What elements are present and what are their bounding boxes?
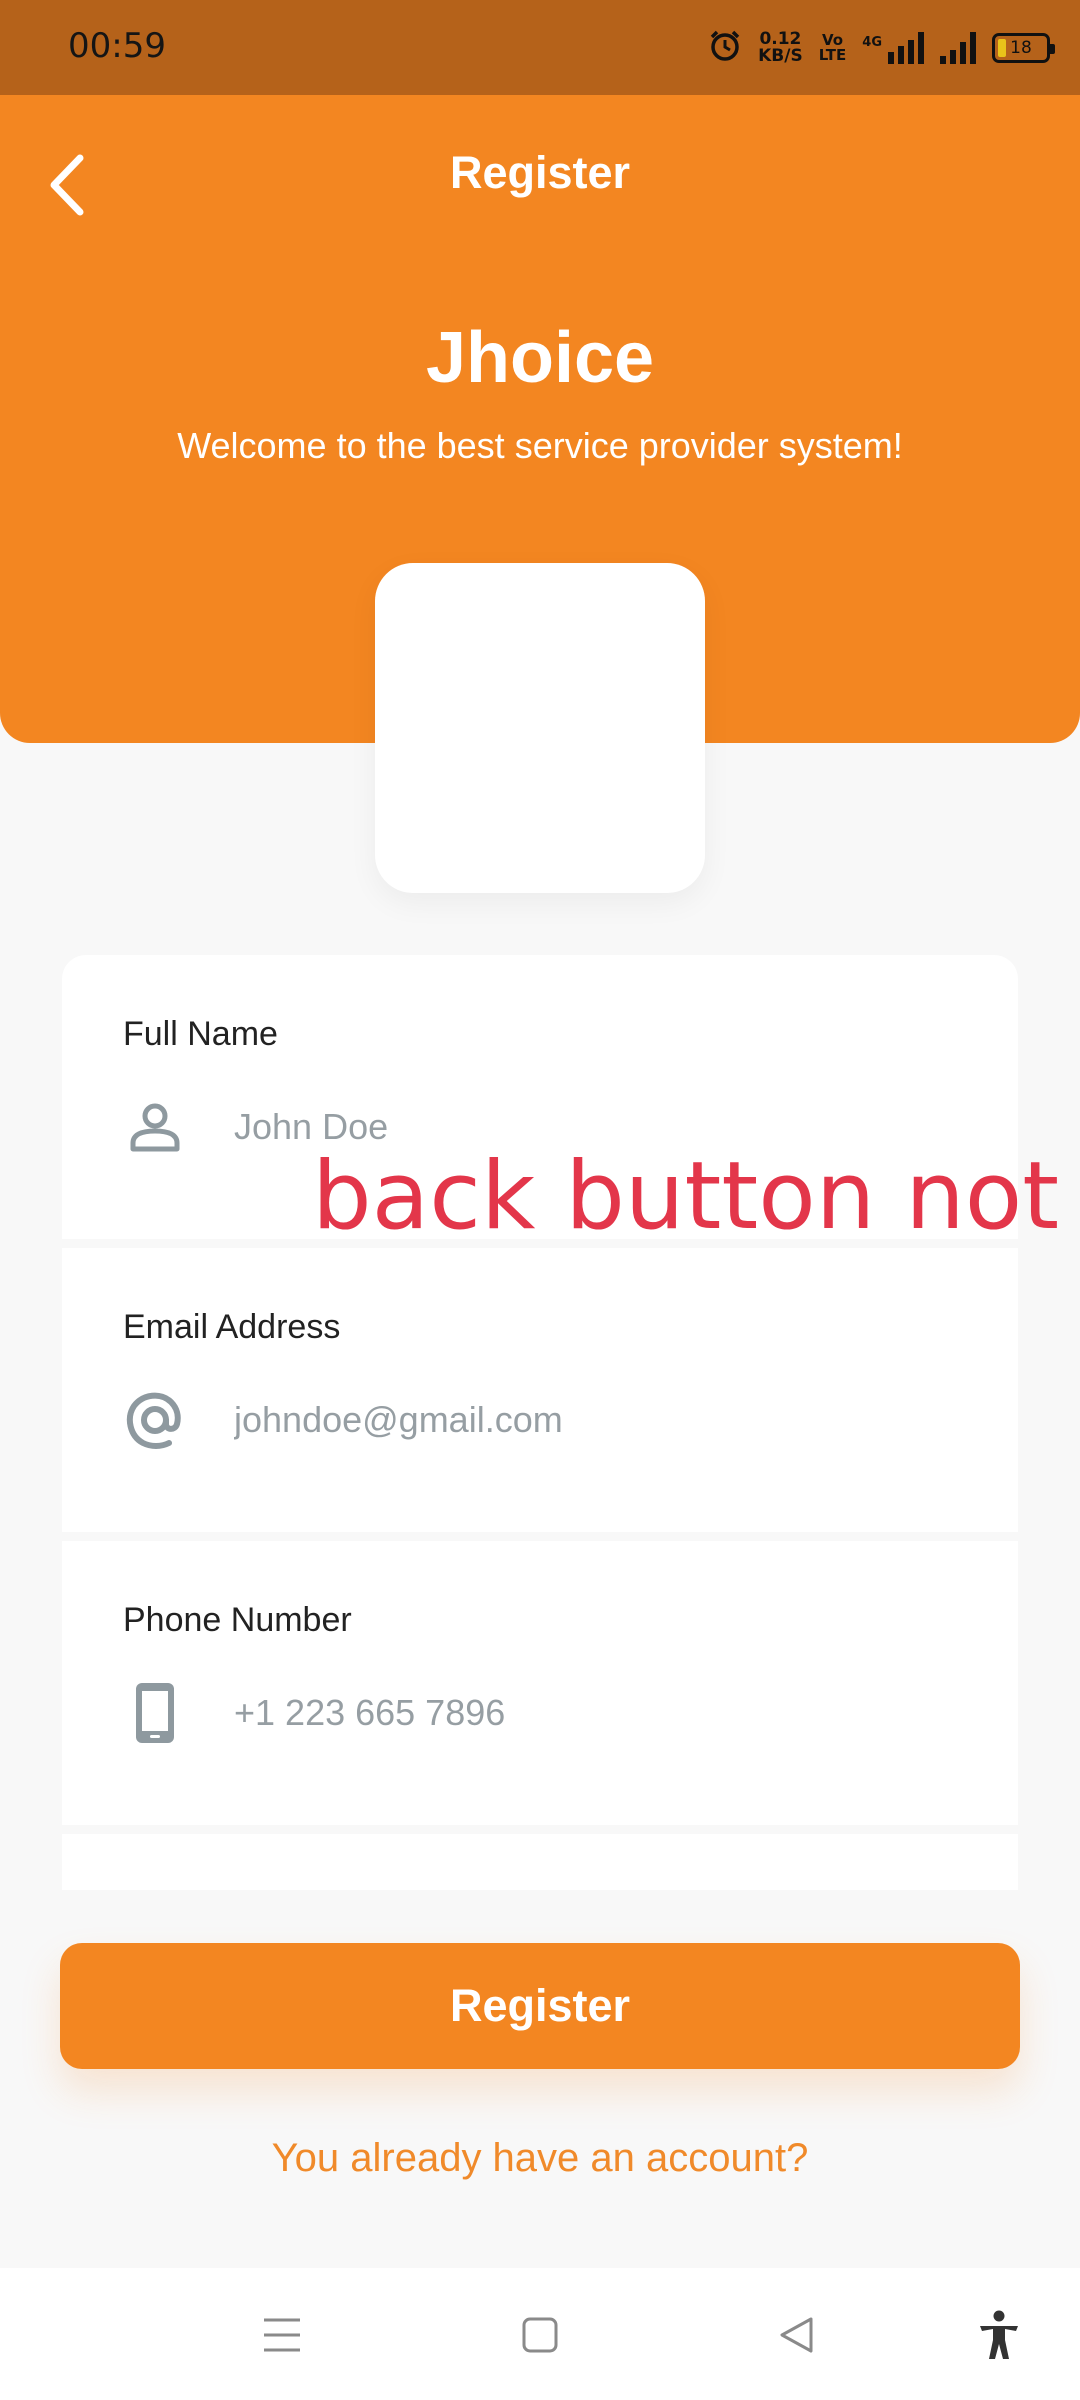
phone-field: Phone Number bbox=[62, 1541, 1018, 1825]
register-button[interactable]: Register bbox=[60, 1943, 1020, 2069]
field-label: Email Address bbox=[123, 1308, 341, 1346]
signal-icon bbox=[940, 32, 976, 64]
login-link[interactable]: You already have an account? bbox=[0, 2136, 1080, 2181]
network-type: 4G bbox=[862, 35, 882, 50]
menu-icon[interactable] bbox=[257, 2310, 307, 2360]
network-speed: 0.12 KB/S bbox=[758, 31, 803, 65]
status-icons: 0.12 KB/S Vo LTE 4G 18 bbox=[708, 26, 1055, 70]
accessibility-icon[interactable] bbox=[974, 2310, 1024, 2360]
logo-card bbox=[375, 563, 705, 893]
field-label: Full Name bbox=[123, 1015, 278, 1053]
app-tagline: Welcome to the best service provider sys… bbox=[177, 425, 903, 466]
phone-input[interactable] bbox=[234, 1683, 954, 1743]
at-icon bbox=[123, 1388, 187, 1452]
email-input[interactable] bbox=[234, 1390, 954, 1450]
page-title: Register bbox=[449, 147, 631, 198]
navigation-bar bbox=[0, 2268, 1080, 2400]
status-bar: 00:59 0.12 KB/S Vo LTE 4G 18 bbox=[0, 0, 1080, 95]
next-field-card bbox=[62, 1834, 1018, 1890]
field-label: Phone Number bbox=[123, 1601, 352, 1639]
phone-icon bbox=[123, 1681, 187, 1745]
email-field: Email Address bbox=[62, 1248, 1018, 1532]
volte-indicator: Vo LTE bbox=[819, 33, 847, 63]
network-speed-unit: KB/S bbox=[758, 46, 803, 66]
battery-icon: 18 bbox=[992, 33, 1055, 63]
status-time: 00:59 bbox=[68, 26, 166, 66]
register-form: Full Name Email Address Phone Number bbox=[62, 955, 1018, 1890]
alarm-icon bbox=[708, 29, 742, 67]
signal-icon: 4G bbox=[862, 32, 924, 64]
battery-level: 18 bbox=[1010, 38, 1032, 58]
person-icon bbox=[123, 1095, 187, 1159]
back-icon[interactable] bbox=[772, 2310, 822, 2360]
annotation-text: back button not w bbox=[312, 1142, 1080, 1251]
app-name: Jhoice bbox=[425, 318, 655, 398]
home-icon[interactable] bbox=[515, 2310, 565, 2360]
volte-bottom: LTE bbox=[818, 46, 847, 64]
